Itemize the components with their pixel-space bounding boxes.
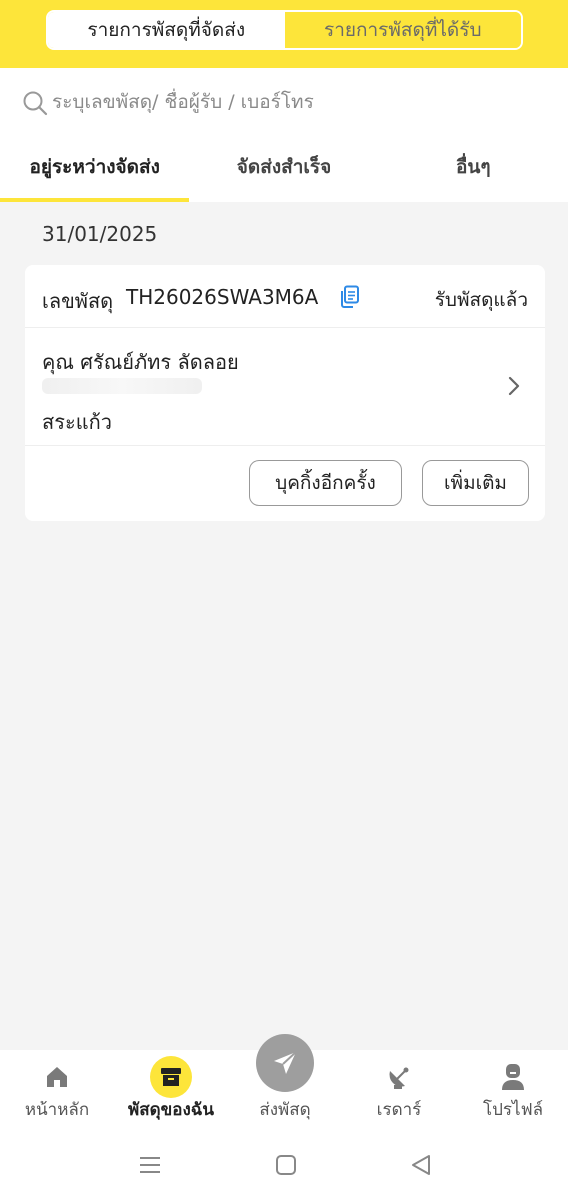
tab-in-transit[interactable]: อยู่ระหว่างจัดส่ง — [0, 132, 190, 202]
tracking-label: เลขพัสดุ — [42, 289, 114, 313]
more-button[interactable]: เพิ่มเติม — [422, 460, 529, 506]
search-icon — [23, 91, 48, 116]
nav-radar[interactable]: เรดาร์ — [342, 1050, 456, 1130]
parcel-card-header: เลขพัสดุ TH26026SWA3M6A รับพัสดุแล้ว — [25, 265, 545, 328]
bottom-navigation: หน้าหลัก พัสดุของฉัน ส่งพัสดุ เรดาร์ โปร… — [0, 1034, 568, 1130]
top-header: รายการพัสดุที่จัดส่ง รายการพัสดุที่ได้รั… — [0, 0, 568, 68]
nav-send-parcel-label: ส่งพัสดุ — [259, 1100, 311, 1120]
back-icon[interactable] — [410, 1154, 432, 1176]
chevron-right-icon — [508, 376, 520, 396]
recipient-province: สระแก้ว — [42, 410, 112, 434]
home-button-icon[interactable] — [275, 1154, 297, 1176]
parcel-card: เลขพัสดุ TH26026SWA3M6A รับพัสดุแล้ว คุณ… — [25, 265, 545, 521]
tracking-number: TH26026SWA3M6A — [126, 285, 319, 309]
shipment-direction-toggle: รายการพัสดุที่จัดส่ง รายการพัสดุที่ได้รั… — [46, 10, 523, 50]
nav-home-label: หน้าหลัก — [24, 1100, 90, 1120]
tab-delivered[interactable]: จัดส่งสำเร็จ — [189, 132, 378, 202]
date-group-header: 31/01/2025 — [42, 222, 158, 246]
search-bar — [0, 68, 568, 132]
nav-radar-label: เรดาร์ — [376, 1100, 422, 1120]
tab-sent-parcels[interactable]: รายการพัสดุที่จัดส่ง — [48, 12, 285, 48]
nav-my-parcels-label: พัสดุของฉัน — [128, 1100, 214, 1120]
search-input[interactable] — [52, 84, 532, 120]
tab-others[interactable]: อื่นๆ — [379, 132, 568, 202]
nav-send-parcel[interactable]: ส่งพัสดุ — [228, 1034, 342, 1130]
system-navigation-bar — [0, 1130, 568, 1200]
nav-my-parcels[interactable]: พัสดุของฉัน — [114, 1050, 228, 1130]
status-badge: รับพัสดุแล้ว — [434, 289, 528, 311]
status-tabs: อยู่ระหว่างจัดส่ง จัดส่งสำเร็จ อื่นๆ — [0, 132, 568, 202]
send-icon — [274, 1051, 297, 1074]
nav-home[interactable]: หน้าหลัก — [0, 1050, 114, 1130]
redacted-phone — [42, 378, 202, 394]
nav-profile-label: โปรไฟล์ — [482, 1100, 544, 1120]
profile-icon — [502, 1064, 524, 1090]
recent-apps-icon[interactable] — [138, 1154, 162, 1176]
tab-received-parcels[interactable]: รายการพัสดุที่ได้รับ — [284, 12, 521, 48]
recipient-name: คุณ ศรัณย์ภัทร ลัดลอย — [42, 350, 239, 374]
copy-icon[interactable] — [339, 285, 361, 309]
parcel-box-icon — [161, 1068, 181, 1086]
nav-profile[interactable]: โปรไฟล์ — [456, 1050, 568, 1130]
parcel-details-link[interactable]: คุณ ศรัณย์ภัทร ลัดลอย สระแก้ว — [25, 328, 545, 446]
rebook-button[interactable]: บุคกิ้งอีกครั้ง — [249, 460, 402, 506]
radar-icon — [389, 1067, 409, 1089]
home-icon — [47, 1067, 67, 1087]
